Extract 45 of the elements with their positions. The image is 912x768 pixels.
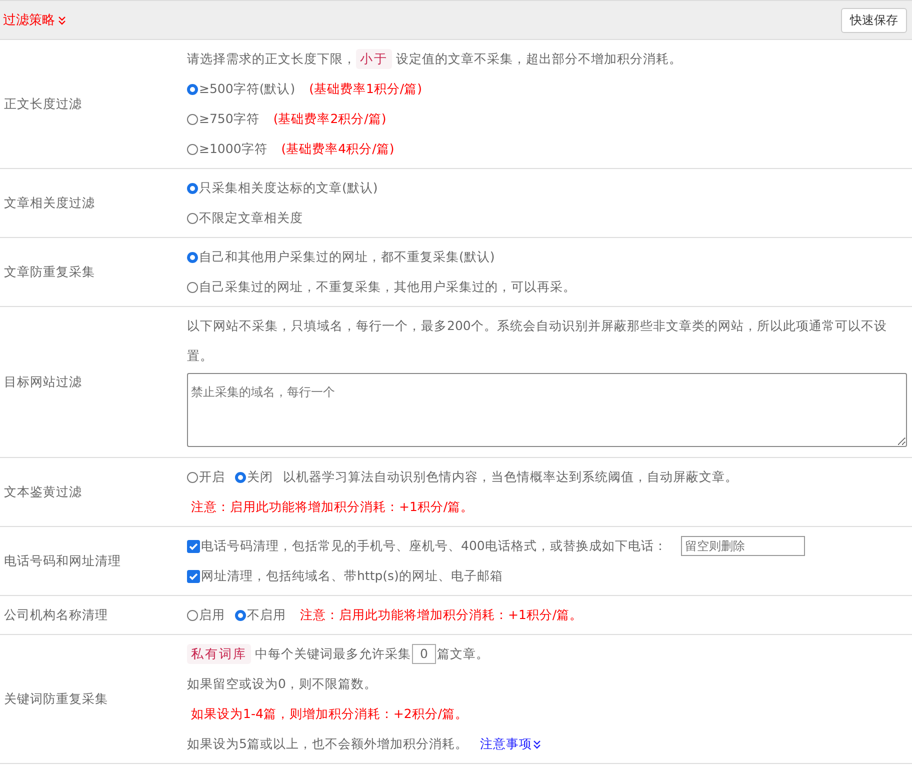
description-text: 以下网站不采集，只填域名，每行一个，最多200个。系统会自动识别并屏蔽那些非文章类的网站，所以此项通常可以不设置。 [187, 317, 888, 365]
setting-label: 电话号码和网址清理 [3, 552, 122, 570]
setting-label: 文本鉴黄过滤 [3, 482, 83, 500]
description-text: 如果设为5篇或以上，也不会额外增加积分消耗。 [187, 735, 468, 753]
radio-option[interactable]: 不启用 [235, 600, 286, 630]
radio-option[interactable]: 不限定文章相关度 [187, 203, 303, 233]
radio-option[interactable]: 自己和其他用户采集过的网址，都不重复采集(默认) [187, 242, 495, 272]
radio-option[interactable]: 关闭 [235, 462, 273, 492]
warning-text: 注意：启用此功能将增加积分消耗：+1积分/篇。 [191, 498, 474, 516]
phone-input-field[interactable]: 留空则删除 [680, 536, 805, 556]
notes-link[interactable]: 注意事项 [480, 729, 541, 759]
quick-save-button[interactable]: 快速保存 [841, 8, 907, 32]
setting-label: 文章相关度过滤 [3, 194, 96, 212]
description-text: 设定值的文章不采集，超出部分不增加积分消耗。 [396, 50, 682, 68]
radio-option[interactable]: ≥500字符(默认) [187, 74, 296, 104]
radio-option[interactable]: 启用 [187, 600, 225, 630]
setting-label: 公司机构名称清理 [3, 606, 109, 624]
setting-label: 正文长度过滤 [3, 94, 83, 112]
warning-text: (基础费率2积分/篇) [273, 110, 386, 128]
count-input-field[interactable]: 0 [412, 644, 436, 664]
double-chevron-icon [532, 740, 541, 748]
radio-option[interactable]: ≥750字符 [187, 104, 260, 134]
keyword-tag: 私有词库 [187, 644, 251, 664]
domain-textarea[interactable]: 禁止采集的域名，每行一个 [187, 373, 907, 447]
setting-label: 目标网站过滤 [3, 372, 83, 390]
setting-label: 关键词防重复采集 [3, 690, 109, 708]
warning-text: 如果设为1-4篇，则增加积分消耗：+2积分/篇。 [191, 705, 468, 723]
radio-option[interactable]: 开启 [187, 462, 225, 492]
warning-text: 注意：启用此功能将增加积分消耗：+1积分/篇。 [300, 606, 583, 624]
checkbox-option[interactable]: 电话号码清理，包括常见的手机号、座机号、400电话格式，或替换成如下电话： [187, 531, 667, 561]
warning-text: (基础费率1积分/篇) [309, 80, 422, 98]
description-text: 中每个关键词最多允许采集 [255, 645, 411, 663]
description-text: 请选择需求的正文长度下限， [187, 50, 356, 68]
description-text: 如果留空或设为0，则不限篇数。 [187, 675, 377, 693]
description-text: 篇文章。 [437, 645, 489, 663]
description-text: 以机器学习算法自动识别色情内容，当色情概率达到系统阈值，自动屏蔽文章。 [283, 468, 738, 486]
setting-label: 文章防重复采集 [3, 262, 96, 280]
radio-option[interactable]: ≥1000字符 [187, 134, 268, 164]
warning-text: (基础费率4积分/篇) [281, 140, 394, 158]
section-title: 过滤策略 [3, 12, 55, 29]
keyword-tag: 小于 [356, 49, 392, 69]
checkbox-option[interactable]: 网址清理，包括纯域名、带http(s)的网址、电子邮箱 [187, 561, 503, 591]
radio-option[interactable]: 自己采集过的网址，不重复采集，其他用户采集过的，可以再采。 [187, 272, 576, 302]
double-chevron-icon [58, 16, 66, 24]
radio-option[interactable]: 只采集相关度达标的文章(默认) [187, 173, 378, 203]
